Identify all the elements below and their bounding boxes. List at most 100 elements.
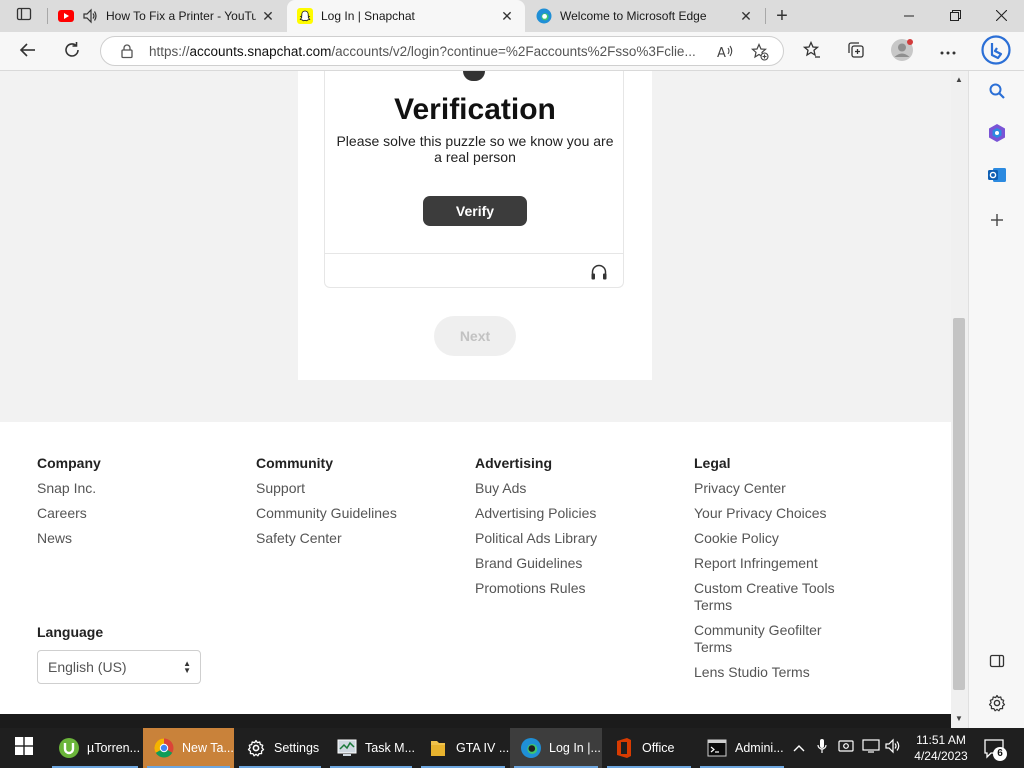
plus-icon: + (776, 4, 788, 27)
sidebar-settings-button[interactable] (983, 691, 1011, 719)
footer-link[interactable]: Lens Studio Terms (694, 664, 854, 681)
footer-link[interactable]: Careers (37, 505, 237, 522)
taskbar-label: GTA IV ... (456, 741, 509, 755)
microphone-tray-icon[interactable] (813, 728, 831, 768)
footer-link[interactable]: Report Infringement (694, 555, 854, 572)
audio-playing-icon[interactable] (82, 8, 98, 24)
collections-button[interactable] (840, 36, 872, 68)
back-button[interactable] (12, 36, 44, 68)
scrollbar-thumb[interactable] (953, 318, 965, 690)
screen-capture-icon (838, 739, 854, 758)
add-favorite-icon[interactable] (749, 41, 771, 63)
footer-link[interactable]: Advertising Policies (475, 505, 675, 522)
footer-link[interactable]: Privacy Center (694, 480, 854, 497)
puzzle-notch (463, 71, 485, 81)
taskbar-item-gta-folder[interactable]: GTA IV ... (417, 728, 509, 768)
network-tray-icon[interactable] (860, 728, 882, 768)
footer-column-advertising: Advertising Buy Ads Advertising Policies… (475, 455, 675, 605)
sidebar-panel-icon (989, 653, 1005, 674)
taskbar-item-utorrent[interactable]: µTorren... (48, 728, 142, 768)
network-icon (862, 738, 880, 758)
sidebar-add-button[interactable] (983, 208, 1011, 236)
clock-date: 4/24/2023 (914, 749, 968, 763)
taskbar-label: Admini... (735, 741, 784, 755)
favorites-button[interactable] (796, 36, 828, 68)
volume-tray-icon[interactable] (884, 728, 904, 768)
tab-title: Log In | Snapchat (321, 9, 415, 23)
sidebar-search-button[interactable] (983, 79, 1011, 107)
address-bar[interactable]: https://accounts.snapchat.com/accounts/v… (100, 36, 784, 66)
scroll-down-icon[interactable]: ▼ (955, 714, 963, 723)
show-hidden-icons-button[interactable] (790, 728, 808, 768)
refresh-button[interactable] (56, 36, 88, 68)
footer-link[interactable]: Political Ads Library (475, 530, 675, 547)
close-tab-icon[interactable]: ✕ (256, 4, 280, 28)
footer-link[interactable]: Custom Creative Tools Terms (694, 580, 854, 614)
select-arrows-icon: ▲ ▼ (183, 659, 191, 675)
footer-link[interactable]: Safety Center (256, 530, 456, 547)
new-tab-button[interactable]: + (770, 4, 794, 28)
language-value: English (US) (48, 659, 127, 675)
notification-center-button[interactable]: 6 (982, 736, 1007, 761)
system-clock[interactable]: 11:51 AM 4/24/2023 (906, 732, 976, 764)
verify-button[interactable]: Verify (423, 196, 527, 226)
taskbar-item-settings[interactable]: Settings (235, 728, 325, 768)
footer-link[interactable]: Snap Inc. (37, 480, 237, 497)
sidebar-outlook-button[interactable] (983, 163, 1011, 191)
profile-button[interactable] (886, 36, 918, 68)
close-tab-icon[interactable]: ✕ (734, 4, 758, 28)
taskbar-item-task-manager[interactable]: Task M... (326, 728, 416, 768)
restore-button[interactable] (932, 0, 978, 32)
utorrent-icon (58, 737, 80, 759)
language-heading: Language (37, 624, 104, 640)
vertical-scrollbar[interactable]: ▲ ▼ (951, 71, 968, 728)
footer-link[interactable]: Your Privacy Choices (694, 505, 854, 522)
headphones-icon (590, 263, 608, 286)
tab-edge-welcome[interactable]: Welcome to Microsoft Edge ✕ (526, 0, 764, 32)
close-window-button[interactable] (978, 0, 1024, 32)
footer-link[interactable]: Buy Ads (475, 480, 675, 497)
page-content: Verification Please solve this puzzle so… (0, 71, 951, 714)
login-card: Verification Please solve this puzzle so… (298, 71, 652, 380)
tab-youtube[interactable]: How To Fix a Printer - YouTube ✕ (48, 0, 286, 32)
next-button[interactable]: Next (434, 316, 516, 356)
scroll-up-icon[interactable]: ▲ (955, 75, 963, 84)
youtube-icon (58, 8, 74, 24)
start-button[interactable] (6, 734, 42, 762)
lock-icon[interactable] (119, 43, 135, 59)
read-aloud-icon[interactable]: A (715, 41, 737, 63)
taskbar-item-chrome[interactable]: New Ta... (143, 728, 234, 768)
footer-heading: Legal (694, 455, 731, 471)
tab-separator (47, 8, 48, 24)
taskbar-item-office[interactable]: Office (603, 728, 695, 768)
taskbar-item-edge[interactable]: Log In |... (510, 728, 602, 768)
taskbar-label: Settings (274, 741, 320, 755)
footer-link[interactable]: News (37, 530, 237, 547)
windows-taskbar: µTorren... New Ta... Settings Task M... … (0, 728, 1024, 768)
address-url[interactable]: https://accounts.snapchat.com/accounts/v… (149, 44, 715, 59)
bing-copilot-button[interactable] (980, 34, 1012, 68)
tab-actions-button[interactable] (8, 4, 40, 28)
tab-separator (765, 8, 766, 24)
hide-sidebar-button[interactable] (983, 649, 1011, 677)
edge-icon (536, 8, 552, 24)
app-tray-icon[interactable] (836, 728, 856, 768)
sidebar-office-button[interactable] (983, 121, 1011, 149)
avatar (890, 38, 914, 67)
footer-link[interactable]: Cookie Policy (694, 530, 854, 547)
footer-link[interactable]: Brand Guidelines (475, 555, 675, 572)
minimize-button[interactable] (886, 0, 932, 32)
footer-link[interactable]: Community Guidelines (256, 505, 456, 522)
taskbar-label: Log In |... (549, 741, 601, 755)
footer-column-community: Community Support Community Guidelines S… (256, 455, 456, 555)
plus-icon (989, 212, 1005, 233)
taskbar-item-command-prompt[interactable]: Admini... (696, 728, 788, 768)
close-tab-icon[interactable]: ✕ (495, 4, 519, 28)
tab-snapchat[interactable]: Log In | Snapchat ✕ (287, 0, 525, 32)
footer-link[interactable]: Promotions Rules (475, 580, 675, 597)
settings-more-button[interactable] (932, 36, 964, 68)
footer-link[interactable]: Support (256, 480, 456, 497)
language-select[interactable]: English (US) ▲ ▼ (37, 650, 201, 684)
footer-link[interactable]: Community Geofilter Terms (694, 622, 854, 656)
audio-challenge-button[interactable] (589, 264, 609, 284)
